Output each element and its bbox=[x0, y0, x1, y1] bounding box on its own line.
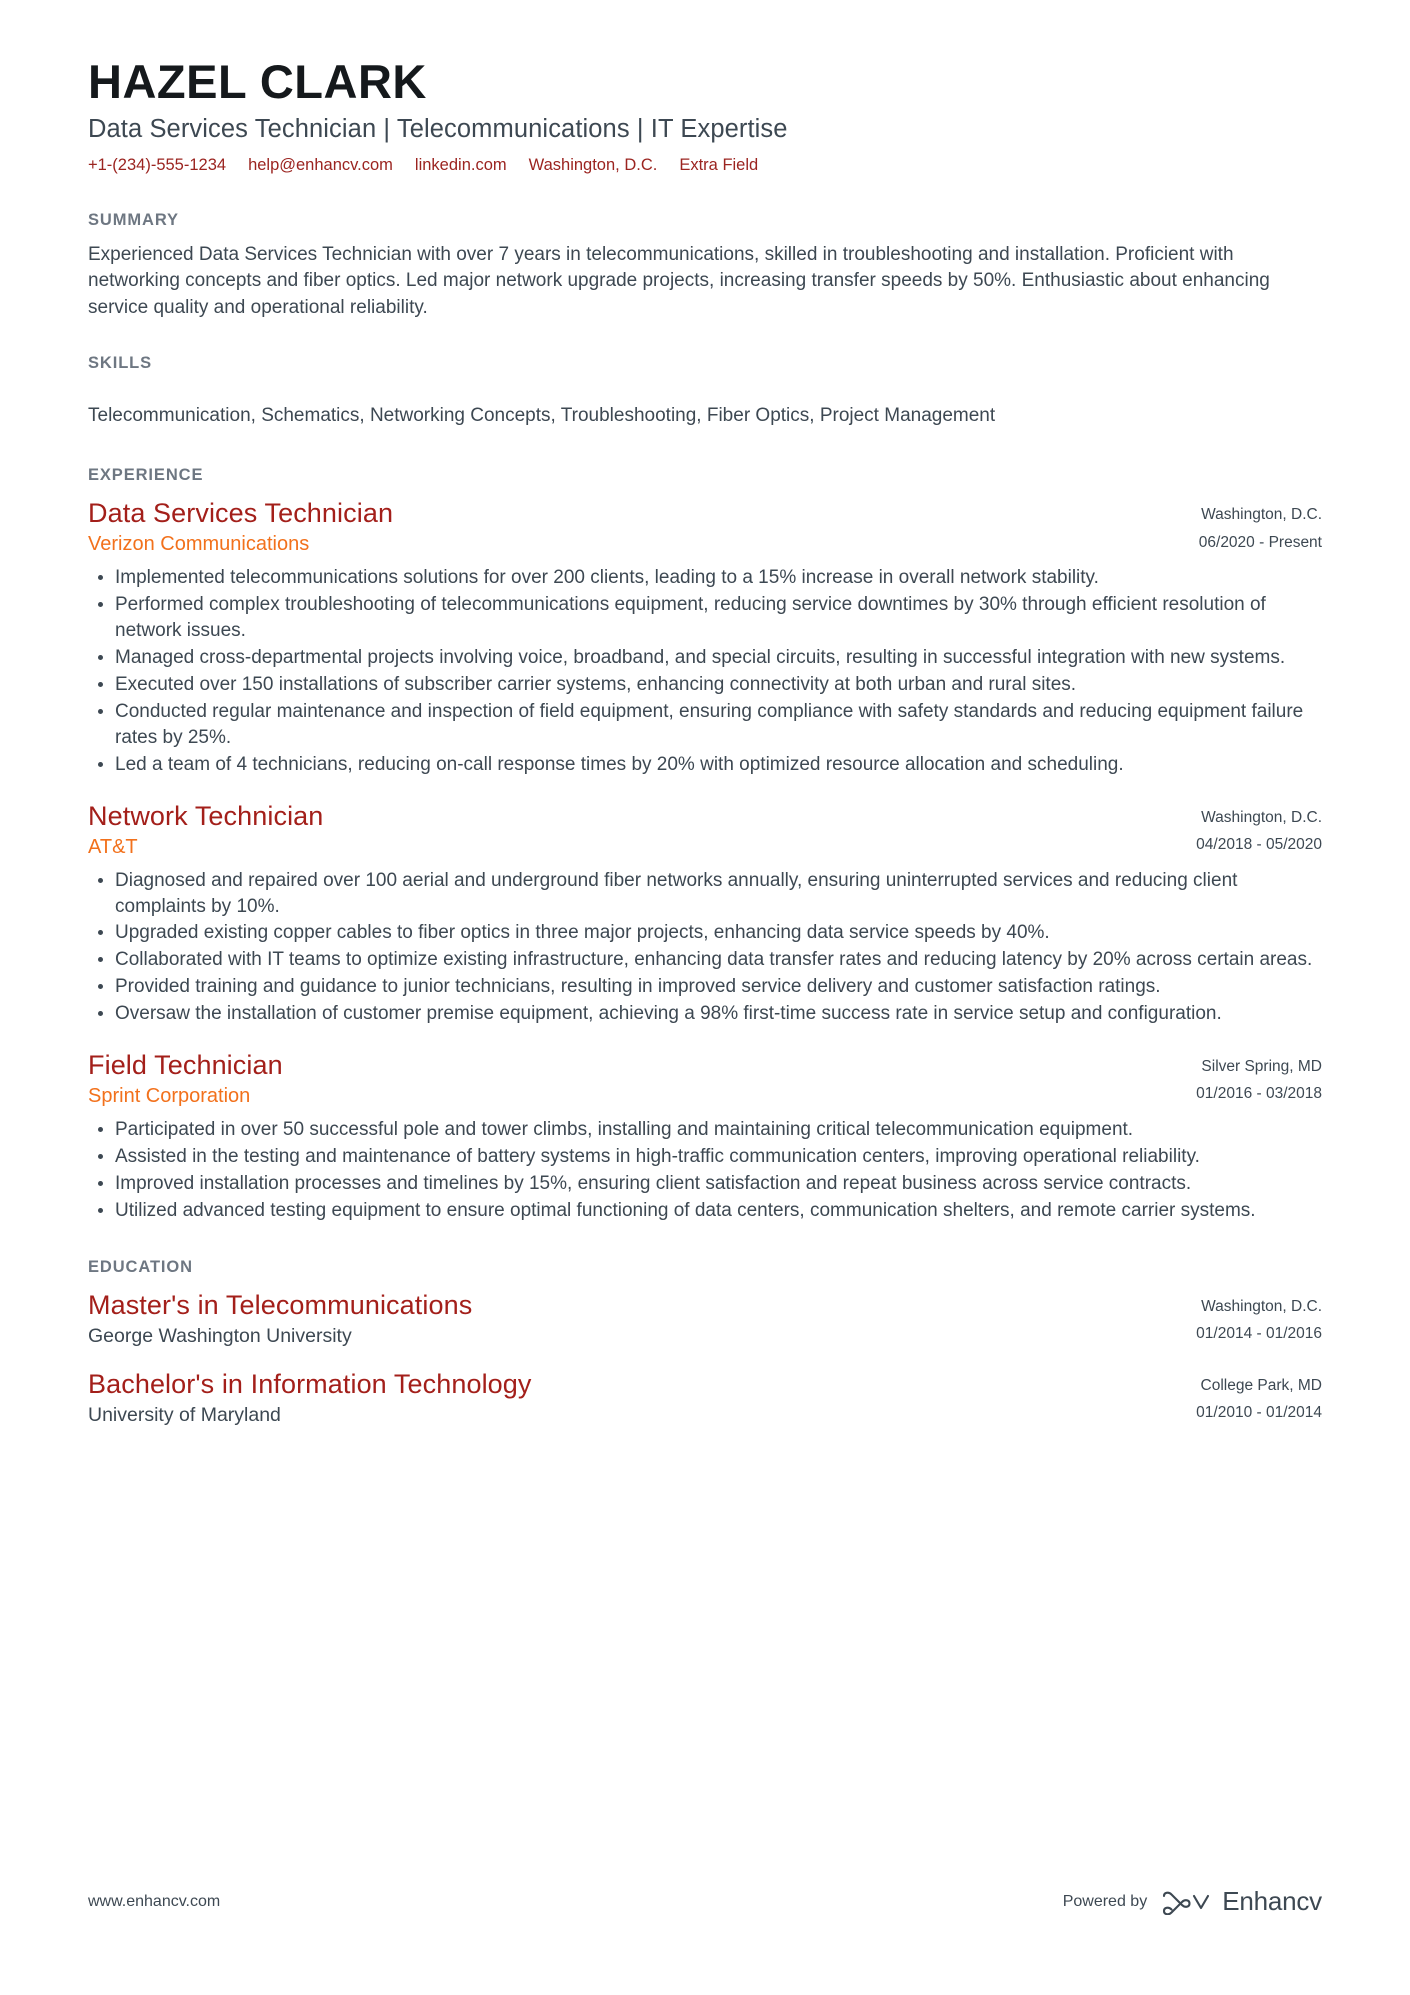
experience-location: Washington, D.C. bbox=[1201, 808, 1322, 826]
experience-entry-left: Network Technician AT&T bbox=[88, 800, 1196, 860]
experience-job-title: Field Technician bbox=[88, 1050, 283, 1081]
experience-company: AT&T bbox=[88, 835, 138, 858]
section-title-education: EDUCATION bbox=[88, 1257, 193, 1276]
section-summary: SUMMARY Experienced Data Services Techni… bbox=[88, 211, 1322, 323]
contact-phone[interactable]: +1-(234)-555-1234 bbox=[88, 154, 226, 176]
list-item: Managed cross-departmental projects invo… bbox=[88, 645, 1322, 671]
experience-location: Silver Spring, MD bbox=[1201, 1058, 1322, 1076]
education-entry: Bachelor's in Information Technology Uni… bbox=[88, 1368, 1322, 1427]
list-item: Performed complex troubleshooting of tel… bbox=[88, 592, 1322, 644]
education-entry-meta: College Park, MD 01/2010 - 01/2014 bbox=[1196, 1368, 1322, 1425]
experience-bullet-list: Diagnosed and repaired over 100 aerial a… bbox=[88, 868, 1322, 1028]
experience-job-title: Data Services Technician bbox=[88, 498, 394, 529]
experience-entry-meta: Washington, D.C. 04/2018 - 05/2020 bbox=[1196, 800, 1322, 857]
education-degree: Bachelor's in Information Technology bbox=[88, 1369, 532, 1400]
education-entry-left: Master's in Telecommunications George Wa… bbox=[88, 1289, 1196, 1348]
education-location: Washington, D.C. bbox=[1201, 1297, 1322, 1315]
experience-dates: 06/2020 - Present bbox=[1198, 533, 1322, 551]
resume-header: HAZEL CLARK Data Services Technician | T… bbox=[88, 0, 1322, 177]
experience-job-title: Network Technician bbox=[88, 800, 324, 831]
resume-page: HAZEL CLARK Data Services Technician | T… bbox=[0, 0, 1410, 1995]
list-item: Oversaw the installation of customer pre… bbox=[88, 1001, 1322, 1027]
education-entry-header: Bachelor's in Information Technology Uni… bbox=[88, 1368, 1322, 1427]
list-item: Conducted regular maintenance and inspec… bbox=[88, 699, 1322, 751]
experience-entry: Data Services Technician Verizon Communi… bbox=[88, 497, 1322, 777]
enhancv-mark-icon bbox=[1163, 1891, 1210, 1915]
experience-entry-header: Field Technician Sprint Corporation Silv… bbox=[88, 1049, 1322, 1109]
page-title: HAZEL CLARK bbox=[88, 55, 427, 108]
education-entry-left: Bachelor's in Information Technology Uni… bbox=[88, 1368, 1196, 1427]
experience-entry-header: Data Services Technician Verizon Communi… bbox=[88, 497, 1322, 557]
experience-entry: Network Technician AT&T Washington, D.C.… bbox=[88, 800, 1322, 1027]
list-item: Provided training and guidance to junior… bbox=[88, 974, 1322, 1000]
experience-entry: Field Technician Sprint Corporation Silv… bbox=[88, 1049, 1322, 1224]
list-item: Collaborated with IT teams to optimize e… bbox=[88, 947, 1322, 973]
experience-entry-header: Network Technician AT&T Washington, D.C.… bbox=[88, 800, 1322, 860]
experience-company: Verizon Communications bbox=[88, 533, 310, 556]
education-entry: Master's in Telecommunications George Wa… bbox=[88, 1289, 1322, 1348]
list-item: Participated in over 50 successful pole … bbox=[88, 1117, 1322, 1143]
list-item: Utilized advanced testing equipment to e… bbox=[88, 1198, 1322, 1224]
enhancv-wordmark: Enhancv bbox=[1222, 1886, 1322, 1916]
list-item: Executed over 150 installations of subsc… bbox=[88, 672, 1322, 698]
section-title-experience: EXPERIENCE bbox=[88, 466, 204, 485]
section-skills: SKILLS Telecommunication, Schematics, Ne… bbox=[88, 354, 1322, 430]
education-dates: 01/2014 - 01/2016 bbox=[1196, 1325, 1322, 1343]
list-item: Diagnosed and repaired over 100 aerial a… bbox=[88, 868, 1322, 920]
experience-bullet-list: Participated in over 50 successful pole … bbox=[88, 1117, 1322, 1224]
contact-row: +1-(234)-555-1234 help@enhancv.com linke… bbox=[88, 154, 1322, 176]
skills-text: Telecommunication, Schematics, Networkin… bbox=[88, 405, 996, 427]
headline: Data Services Technician | Telecommunica… bbox=[88, 114, 788, 143]
contact-linkedin[interactable]: linkedin.com bbox=[415, 154, 507, 176]
education-school: George Washington University bbox=[88, 1324, 352, 1347]
enhancv-logo: Enhancv bbox=[1161, 1886, 1322, 1917]
experience-entry-meta: Washington, D.C. 06/2020 - Present bbox=[1199, 497, 1322, 554]
list-item: Implemented telecommunications solutions… bbox=[88, 565, 1322, 591]
education-dates: 01/2010 - 01/2014 bbox=[1196, 1404, 1322, 1422]
section-title-skills: SKILLS bbox=[88, 354, 153, 373]
section-experience: EXPERIENCE Data Services Technician Veri… bbox=[88, 466, 1322, 1223]
contact-extra-field: Extra Field bbox=[679, 156, 759, 175]
list-item: Upgraded existing copper cables to fiber… bbox=[88, 920, 1322, 946]
summary-text: Experienced Data Services Technician wit… bbox=[88, 243, 1270, 319]
experience-entry-meta: Silver Spring, MD 01/2016 - 03/2018 bbox=[1196, 1049, 1322, 1106]
education-degree: Master's in Telecommunications bbox=[88, 1289, 473, 1320]
footer-branding: Powered by Enhancv bbox=[1063, 1886, 1322, 1917]
section-title-summary: SUMMARY bbox=[88, 210, 179, 229]
list-item: Improved installation processes and time… bbox=[88, 1171, 1322, 1197]
list-item: Led a team of 4 technicians, reducing on… bbox=[88, 752, 1322, 778]
section-education: EDUCATION Master's in Telecommunications… bbox=[88, 1258, 1322, 1428]
page-footer: www.enhancv.com Powered by Enhancv bbox=[88, 1886, 1322, 1917]
education-school: University of Maryland bbox=[88, 1404, 281, 1427]
experience-entry-left: Data Services Technician Verizon Communi… bbox=[88, 497, 1199, 557]
list-item: Assisted in the testing and maintenance … bbox=[88, 1144, 1322, 1170]
education-location: College Park, MD bbox=[1200, 1377, 1322, 1395]
education-entry-meta: Washington, D.C. 01/2014 - 01/2016 bbox=[1196, 1289, 1322, 1346]
education-entry-header: Master's in Telecommunications George Wa… bbox=[88, 1289, 1322, 1348]
footer-website-url[interactable]: www.enhancv.com bbox=[88, 1893, 220, 1911]
powered-by-label: Powered by bbox=[1062, 1892, 1148, 1910]
contact-location: Washington, D.C. bbox=[528, 156, 658, 175]
experience-company: Sprint Corporation bbox=[88, 1085, 251, 1108]
experience-dates: 01/2016 - 03/2018 bbox=[1196, 1085, 1322, 1103]
experience-location: Washington, D.C. bbox=[1201, 506, 1322, 524]
contact-email[interactable]: help@enhancv.com bbox=[248, 154, 393, 176]
experience-entry-left: Field Technician Sprint Corporation bbox=[88, 1049, 1196, 1109]
experience-dates: 04/2018 - 05/2020 bbox=[1196, 835, 1322, 853]
experience-bullet-list: Implemented telecommunications solutions… bbox=[88, 565, 1322, 777]
